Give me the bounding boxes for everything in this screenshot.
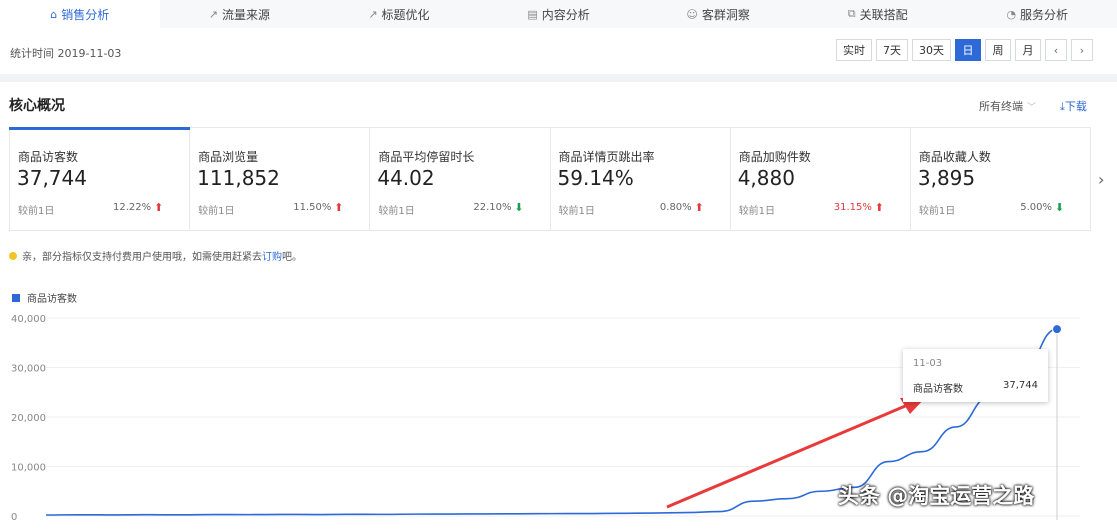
link-icon: ⧉ <box>847 7 856 20</box>
metric-label: 商品访客数 <box>18 150 79 164</box>
metric-change: 12.22% <box>113 202 152 213</box>
tab-label: 客群洞察 <box>701 7 750 22</box>
tab-2[interactable]: ↗ 标题优化 <box>319 0 479 28</box>
y-tick-label: 0 <box>11 512 17 523</box>
paid-notice: 亲，部分指标仅支持付费用户使用哦，如需使用赶紧去订购吧。 <box>9 248 302 263</box>
metric-value: 37,744 <box>17 166 87 190</box>
top-tab-bar: ⌂ 销售分析 ↗ 流量来源 ↗ 标题优化 ▤ 内容分析 ☺ 客群洞察 ⧉ 关联搭配 ◔ 服务分析 <box>0 0 1117 28</box>
tab-3[interactable]: ▤ 内容分析 <box>479 0 639 28</box>
metric-card[interactable]: 商品访客数 37,744 较前1日 12.22% ⬆ <box>8 127 191 230</box>
tooltip-series: 商品访客数 <box>913 384 963 395</box>
tab-0[interactable]: ⌂ 销售分析 <box>0 0 160 28</box>
tab-label: 关联搭配 <box>859 7 908 22</box>
metric-card[interactable]: 商品加购件数 4,880 较前1日 31.15% ⬆ <box>730 128 911 230</box>
metric-change: 31.15% <box>833 202 872 213</box>
tooltip-date: 11-03 <box>913 358 943 369</box>
arrow-up-icon: ⬆ <box>334 201 344 214</box>
next-icon[interactable]: › <box>1071 39 1093 61</box>
bag-icon: ⌂ <box>50 7 58 21</box>
metric-value: 3,895 <box>917 166 976 190</box>
metric-card[interactable]: 商品平均停留时长 44.02 较前1日 22.10% ⬇ <box>370 128 551 230</box>
metric-change: 11.50% <box>293 202 332 213</box>
arrow-up-icon: ⬆ <box>694 201 704 214</box>
chevron-down-icon: ﹀ <box>1027 103 1037 113</box>
trend-icon: ↗ <box>208 7 218 21</box>
terminal-dropdown[interactable]: 所有终端 ﹀ <box>979 98 1036 114</box>
terminal-label: 所有终端 <box>979 100 1023 113</box>
metric-card[interactable]: 商品收藏人数 3,895 较前1日 5.00% ⬇ <box>910 128 1091 230</box>
headset-icon: ◔ <box>1006 7 1017 21</box>
metric-label: 商品收藏人数 <box>918 150 991 164</box>
metric-compare: 较前1日 <box>738 206 776 217</box>
tab-5[interactable]: ⧉ 关联搭配 <box>798 0 958 28</box>
metric-label: 商品详情页跳出率 <box>558 150 655 164</box>
chart-tooltip: 11-03 商品访客数 37,744 <box>903 349 1048 402</box>
tab-label: 服务分析 <box>1020 7 1069 22</box>
y-tick-label: 30,000 <box>11 364 46 375</box>
subscribe-link[interactable]: 订购 <box>262 252 282 263</box>
download-label: 下载 <box>1064 100 1087 113</box>
period-selector: 实时 7天 30天日周月 ‹ › <box>836 39 1093 61</box>
section-title: 核心概况 <box>9 98 65 114</box>
tooltip-value: 37,744 <box>1003 380 1038 391</box>
info-dot-icon <box>9 251 17 260</box>
metric-card[interactable]: 商品详情页跳出率 59.14% 较前1日 0.80% ⬆ <box>550 128 731 230</box>
stat-time: 统计时间 2019-11-03 <box>10 47 122 60</box>
toolbar: 统计时间 2019-11-03 实时 7天 30天日周月 ‹ › <box>0 28 1117 74</box>
metric-change: 22.10% <box>473 202 512 213</box>
metric-value: 44.02 <box>377 166 435 190</box>
metric-cards: 商品访客数 37,744 较前1日 12.22% ⬆ 商品浏览量 111,852 较前1日 11… <box>8 127 1091 231</box>
y-tick-label: 20,000 <box>11 413 46 424</box>
users-icon: ☺ <box>686 7 698 21</box>
document-icon: ▤ <box>527 7 538 21</box>
metric-value: 59.14% <box>557 166 634 190</box>
metric-compare: 较前1日 <box>558 206 595 217</box>
metric-label: 商品平均停留时长 <box>378 150 475 164</box>
metric-compare: 较前1日 <box>918 206 956 217</box>
metric-compare: 较前1日 <box>378 206 415 217</box>
period-button-5[interactable]: 月 <box>1015 39 1041 61</box>
period-button-1[interactable]: 7天 <box>876 39 908 61</box>
trend-icon: ↗ <box>368 7 378 21</box>
tab-label: 内容分析 <box>541 7 590 22</box>
metric-card[interactable]: 商品浏览量 111,852 较前1日 11.50% ⬆ <box>190 128 371 230</box>
metric-change: 5.00% <box>1020 202 1053 213</box>
period-button-3[interactable]: 日 <box>955 39 981 61</box>
arrow-up-icon: ⬆ <box>153 201 164 214</box>
metric-value: 4,880 <box>737 166 795 190</box>
arrow-down-icon: ⬇ <box>514 201 524 214</box>
metric-compare: 较前1日 <box>18 206 55 217</box>
y-tick-label: 10,000 <box>11 463 46 474</box>
legend-swatch <box>12 293 20 302</box>
prev-icon[interactable]: ‹ <box>1045 39 1067 61</box>
period-button-0[interactable]: 实时 <box>836 39 872 61</box>
tab-6[interactable]: ◔ 服务分析 <box>957 0 1117 28</box>
download-button[interactable]: ⤓下载 <box>1060 98 1087 114</box>
metric-change: 0.80% <box>659 202 692 213</box>
core-overview-panel: 核心概况 所有终端 ﹀ ⤓下载 商品访客数 37,744 较前1日 12.22% ⬆ 商品浏… <box>0 82 1117 531</box>
arrow-up-icon: ⬆ <box>874 201 884 214</box>
tab-label: 流量来源 <box>221 7 270 22</box>
notice-body: 亲，部分指标仅支持付费用户使用哦，如需使用赶紧去 <box>22 252 262 263</box>
period-button-2[interactable]: 30天 <box>912 39 951 61</box>
metric-label: 商品加购件数 <box>738 150 811 164</box>
y-tick-label: 40,000 <box>11 314 46 325</box>
tab-label: 标题优化 <box>381 7 430 22</box>
metric-label: 商品浏览量 <box>198 150 259 164</box>
data-point <box>1052 324 1062 335</box>
arrow-down-icon: ⬇ <box>1054 201 1065 214</box>
notice-suffix: 吧。 <box>282 252 302 263</box>
metric-value: 111,852 <box>197 166 280 190</box>
cards-next-icon[interactable]: › <box>1098 170 1104 189</box>
tab-label: 销售分析 <box>61 7 110 22</box>
period-button-4[interactable]: 周 <box>985 39 1011 61</box>
tab-1[interactable]: ↗ 流量来源 <box>160 0 320 28</box>
metric-compare: 较前1日 <box>198 206 235 217</box>
watermark: 头条 @淘宝运营之路 <box>838 484 1035 508</box>
tab-4[interactable]: ☺ 客群洞察 <box>638 0 798 28</box>
notice-text: 亲，部分指标仅支持付费用户使用哦，如需使用赶紧去订购吧。 <box>22 248 302 263</box>
